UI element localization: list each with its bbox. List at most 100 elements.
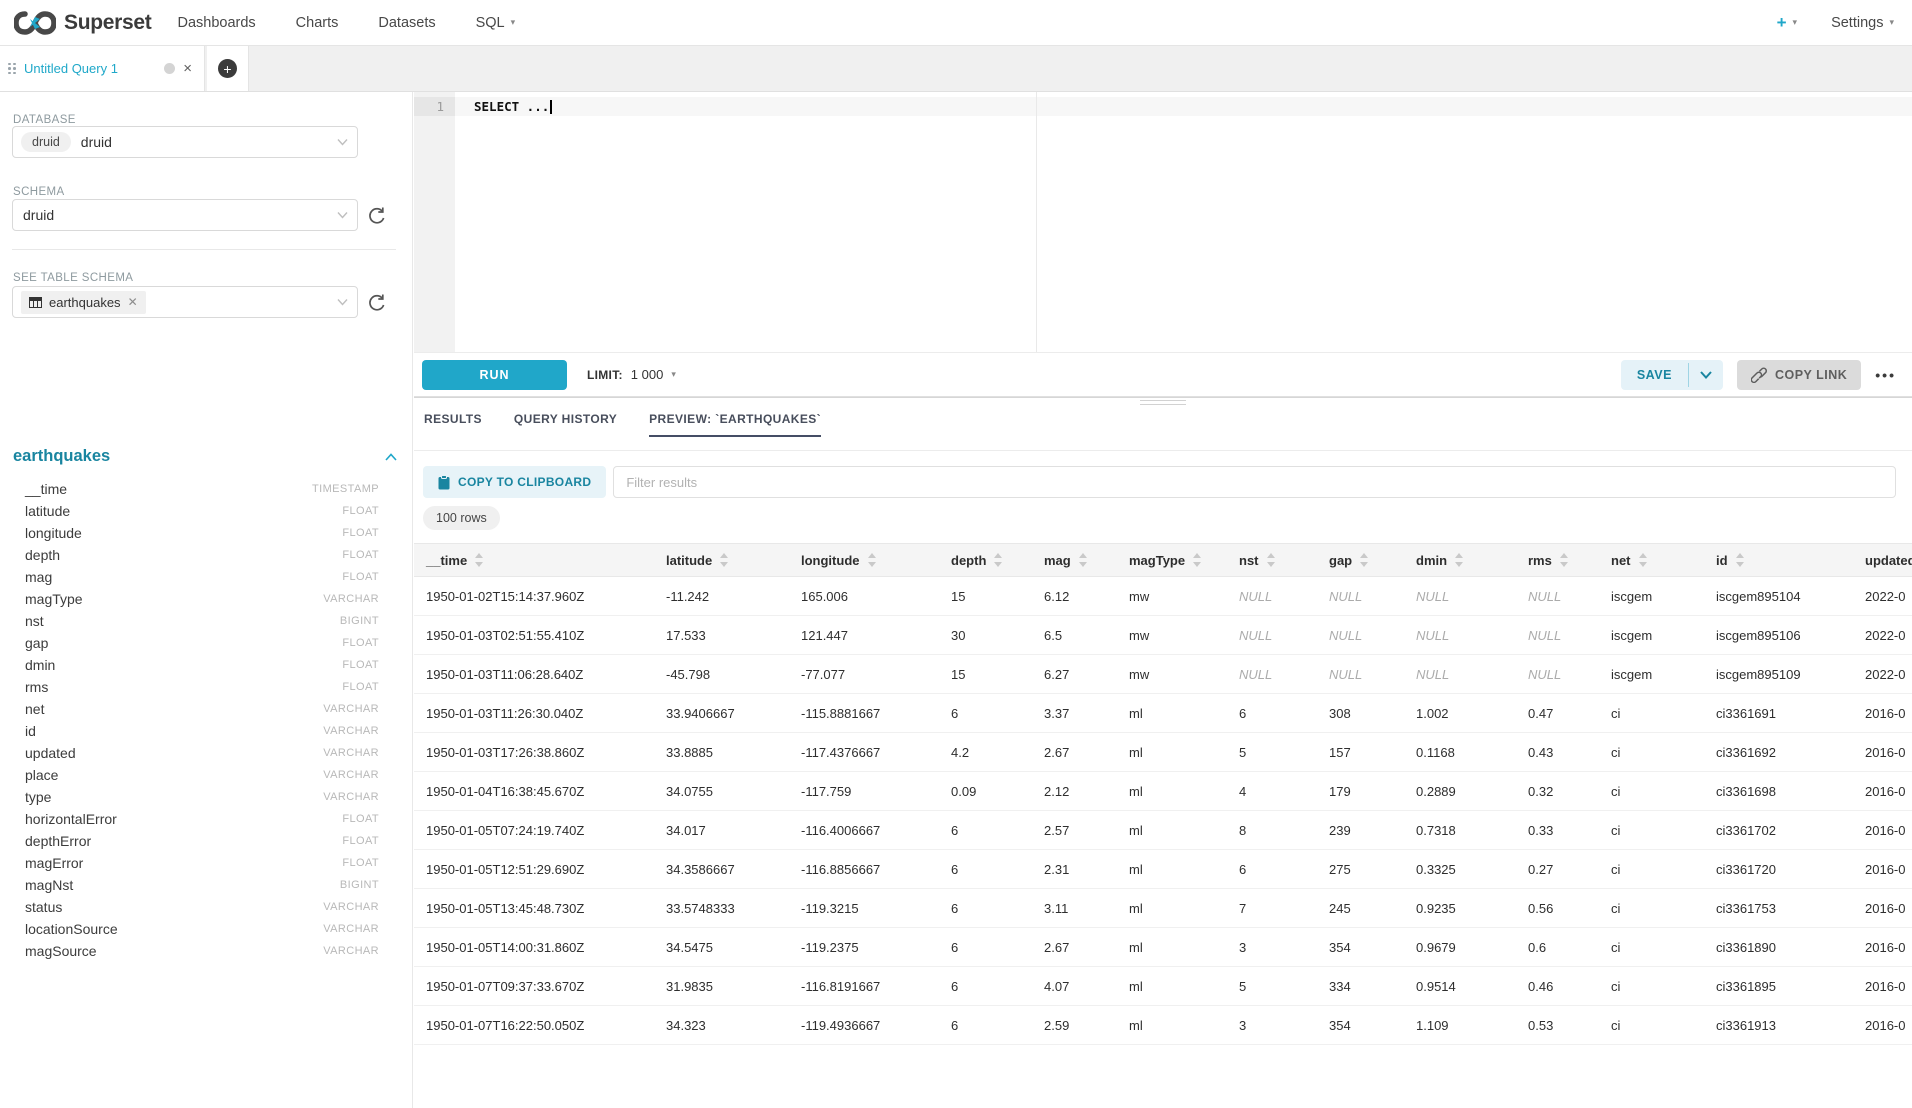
table-cell: 0.47 [1516, 694, 1599, 732]
table-cell: 2.57 [1032, 811, 1117, 849]
table-cell: 239 [1317, 811, 1404, 849]
table-header-cell[interactable]: updated [1853, 544, 1912, 576]
limit-dropdown[interactable]: LIMIT: 1 000 ▾ [587, 367, 676, 382]
sqllab-sidebar: DATABASE druid druid SCHEMA druid SEE TA… [0, 92, 413, 1108]
table-header-cell[interactable]: net [1599, 544, 1704, 576]
sort-icon [868, 553, 876, 567]
nav-item-sql[interactable]: SQL ▾ [476, 15, 516, 31]
table-name-heading: earthquakes [13, 447, 110, 466]
column-name: place [25, 767, 58, 783]
table-cell: 5 [1227, 733, 1317, 771]
table-cell: 33.5748333 [654, 889, 789, 927]
table-cell: NULL [1317, 616, 1404, 654]
table-header-cell[interactable]: __time [414, 544, 654, 576]
table-cell: 2022-0 [1853, 577, 1912, 615]
query-state-dot [164, 63, 175, 74]
table-tag-label: earthquakes [49, 295, 121, 310]
remove-table-icon[interactable]: ✕ [128, 295, 138, 309]
save-dropdown-button[interactable] [1689, 360, 1723, 390]
run-button[interactable]: RUN [422, 360, 567, 390]
table-header-cell[interactable]: gap [1317, 544, 1404, 576]
table-cell: 34.5475 [654, 928, 789, 966]
print-margin-line [1036, 92, 1037, 352]
table-cell: ml [1117, 850, 1227, 888]
schema-column-row: depthError FLOAT [0, 830, 413, 852]
refresh-schema-icon[interactable] [366, 205, 388, 227]
results-tab[interactable]: QUERY HISTORY [514, 412, 617, 437]
column-name: nst [25, 613, 44, 629]
table-cell: 4.2 [939, 733, 1032, 771]
schema-column-row: gap FLOAT [0, 632, 413, 654]
table-cell: 0.1168 [1404, 733, 1516, 771]
table-select[interactable]: earthquakes ✕ [12, 286, 358, 318]
main-nav: Dashboards Charts Datasets SQL ▾ [177, 15, 515, 31]
save-button[interactable]: SAVE [1621, 360, 1688, 390]
filter-results-input[interactable] [613, 466, 1896, 498]
table-header-cell[interactable]: rms [1516, 544, 1599, 576]
settings-dropdown[interactable]: Settings ▾ [1831, 15, 1894, 31]
table-cell: 1950-01-03T11:06:28.640Z [414, 655, 654, 693]
new-item-dropdown[interactable]: + ▾ [1777, 13, 1797, 33]
column-name: depth [25, 547, 60, 563]
table-cell: NULL [1404, 655, 1516, 693]
table-cell: iscgem [1599, 577, 1704, 615]
table-cell: -117.4376667 [789, 733, 939, 771]
table-cell: 1950-01-07T09:37:33.670Z [414, 967, 654, 1005]
results-tab[interactable]: PREVIEW: `EARTHQUAKES` [649, 412, 821, 437]
superset-logo[interactable]: Superset [14, 10, 151, 36]
table-cell: 34.0755 [654, 772, 789, 810]
results-tab[interactable]: RESULTS [424, 412, 482, 437]
resize-grip[interactable] [1140, 400, 1186, 408]
table-header-cell[interactable]: latitude [654, 544, 789, 576]
column-name: longitude [25, 525, 82, 541]
schema-column-row: updated VARCHAR [0, 742, 413, 764]
table-header-cell[interactable]: longitude [789, 544, 939, 576]
tab-untitled-query[interactable]: Untitled Query 1 × [0, 46, 205, 91]
schema-select[interactable]: druid [12, 199, 358, 231]
drag-handle-icon[interactable] [8, 63, 16, 75]
table-cell: ml [1117, 967, 1227, 1005]
add-tab-button[interactable]: + [207, 46, 249, 91]
table-header-cell[interactable]: mag [1032, 544, 1117, 576]
table-header-cell[interactable]: depth [939, 544, 1032, 576]
column-type: VARCHAR [323, 593, 379, 605]
editor-active-line[interactable]: SELECT ... [455, 97, 1912, 116]
table-cell: ci [1599, 967, 1704, 1005]
table-cell: NULL [1516, 655, 1599, 693]
table-cell: 0.56 [1516, 889, 1599, 927]
schema-column-row: longitude FLOAT [0, 522, 413, 544]
nav-item-charts[interactable]: Charts [296, 15, 339, 31]
table-cell: 6 [939, 811, 1032, 849]
table-cell: 2016-0 [1853, 694, 1912, 732]
editor-gutter: 1 [414, 92, 455, 352]
table-header-cell[interactable]: magType [1117, 544, 1227, 576]
table-row: 1950-01-05T07:24:19.740Z34.017-116.40066… [414, 811, 1912, 850]
sort-icon [1193, 553, 1201, 567]
table-cell: 3 [1227, 1006, 1317, 1044]
nav-item-datasets[interactable]: Datasets [378, 15, 435, 31]
table-header-cell[interactable]: dmin [1404, 544, 1516, 576]
limit-label: LIMIT: [587, 368, 623, 382]
column-type: FLOAT [342, 571, 379, 583]
copy-to-clipboard-button[interactable]: COPY TO CLIPBOARD [423, 466, 606, 498]
schema-column-row: locationSource VARCHAR [0, 918, 413, 940]
table-cell: iscgem895106 [1704, 616, 1853, 654]
table-row: 1950-01-02T15:14:37.960Z-11.242165.00615… [414, 577, 1912, 616]
copy-link-label: COPY LINK [1775, 368, 1847, 382]
table-schema-header: earthquakes [13, 447, 397, 466]
refresh-tables-icon[interactable] [366, 292, 388, 314]
column-type: FLOAT [342, 505, 379, 517]
table-header-cell[interactable]: id [1704, 544, 1853, 576]
column-type: VARCHAR [323, 747, 379, 759]
database-select[interactable]: druid druid [12, 126, 358, 158]
copy-link-button[interactable]: COPY LINK [1737, 360, 1861, 390]
table-cell: 2022-0 [1853, 616, 1912, 654]
table-cell: 2.67 [1032, 733, 1117, 771]
sql-editor[interactable]: 1 SELECT ... [414, 92, 1912, 352]
more-actions-button[interactable]: ••• [1875, 367, 1896, 383]
collapse-chevron-up-icon[interactable] [385, 453, 397, 461]
chevron-down-icon [1700, 371, 1712, 379]
close-tab-icon[interactable]: × [183, 61, 192, 76]
table-header-cell[interactable]: nst [1227, 544, 1317, 576]
nav-item-dashboards[interactable]: Dashboards [177, 15, 255, 31]
